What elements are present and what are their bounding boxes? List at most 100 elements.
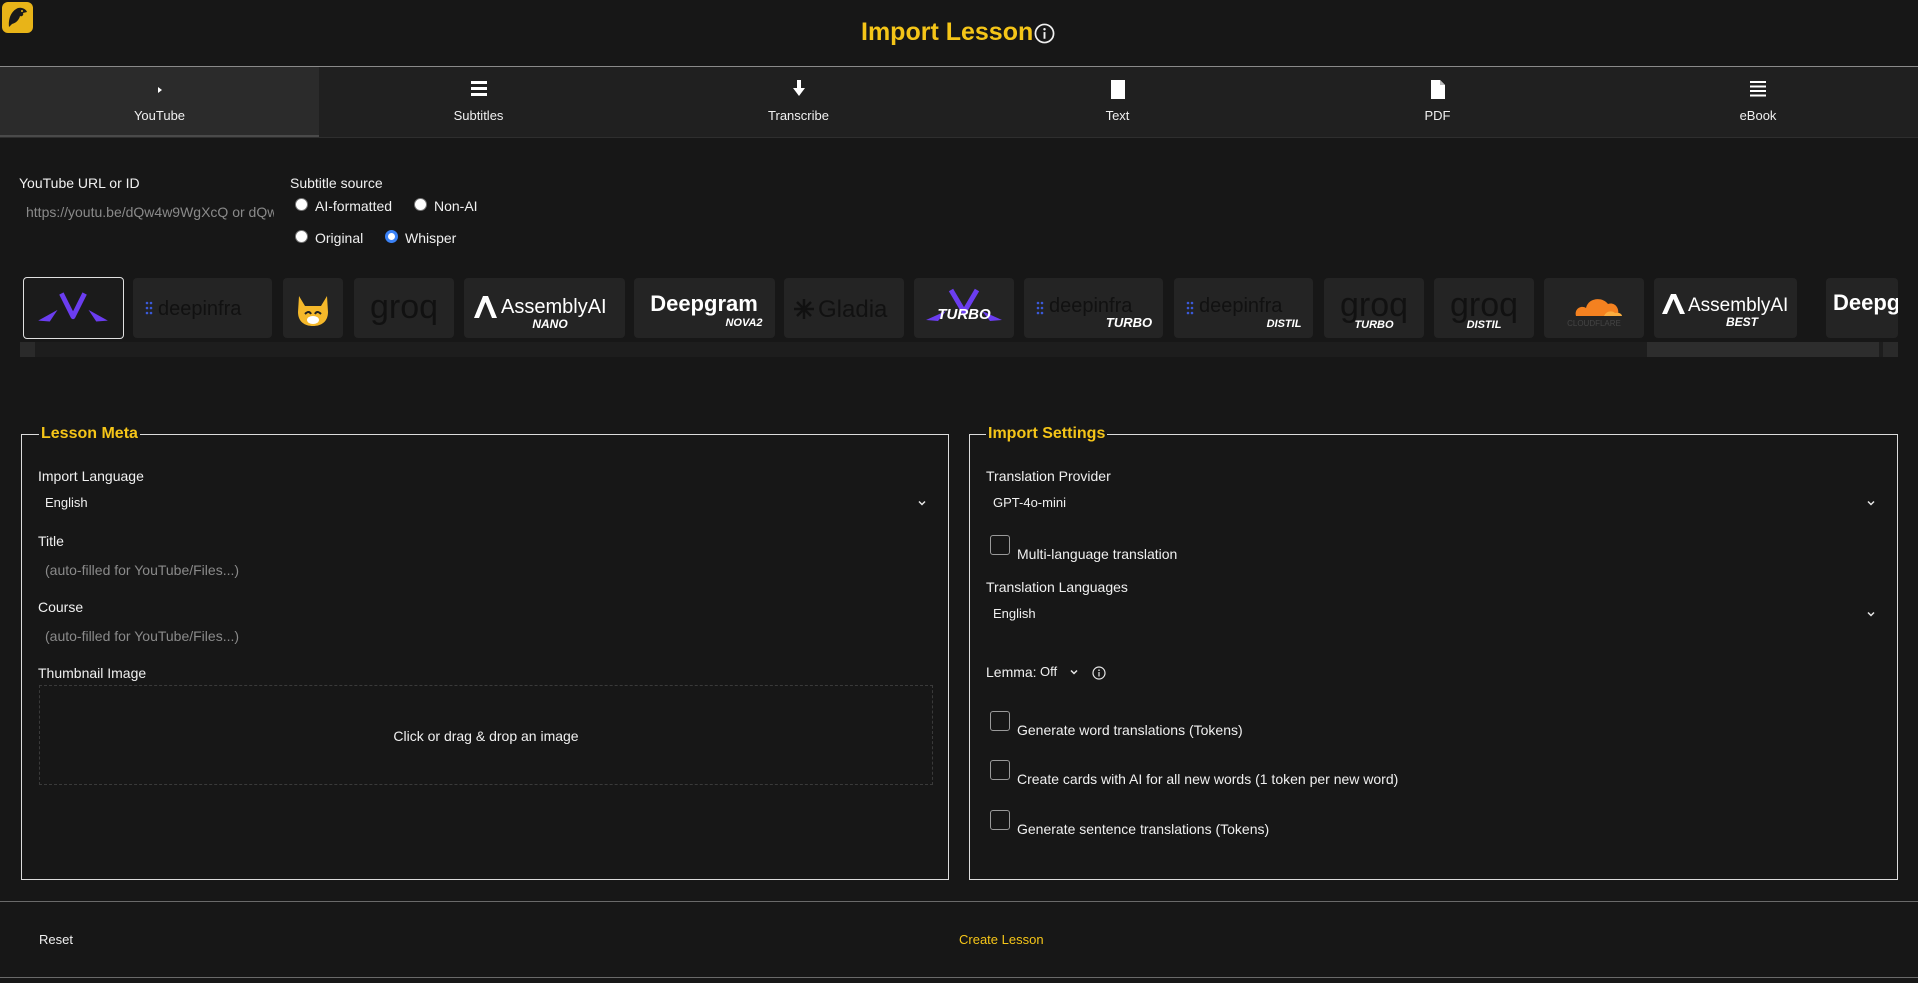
word-translations-label: Generate word translations (Tokens) — [1017, 722, 1243, 738]
scroll-thumb[interactable] — [1647, 342, 1879, 357]
lesson-meta-panel: Lesson Meta Import Language English Titl… — [21, 425, 949, 880]
chevron-down-icon — [1070, 669, 1078, 675]
tab-label: Transcribe — [768, 108, 829, 123]
provider-tag: BEST — [1726, 315, 1760, 329]
tab-transcribe[interactable]: Transcribe — [639, 67, 958, 137]
youtube-url-input[interactable] — [19, 198, 281, 226]
assemblyai-nano-logo: AssemblyAI NANO — [474, 296, 607, 331]
course-input[interactable]: (auto-filled for YouTube/Files...) — [45, 628, 239, 644]
chevron-down-icon — [1867, 500, 1875, 506]
reset-button[interactable]: Reset — [39, 932, 73, 947]
provider-tag: TURBO — [937, 306, 991, 323]
translation-languages-select[interactable]: English — [985, 602, 1882, 626]
provider-wordmark: deepinfra — [1049, 295, 1133, 317]
play-icon — [157, 87, 162, 93]
provider-tag: DISTIL — [1267, 318, 1302, 330]
translation-provider-select[interactable]: GPT-4o-mini — [985, 491, 1882, 515]
provider-deepgram-nova2[interactable]: Deepgram NOVA2 — [634, 278, 775, 338]
provider-wordmark: Deepg — [1833, 290, 1898, 315]
lemma-select[interactable]: Off — [1034, 660, 1079, 684]
provider-deepinfra-turbo[interactable]: deepinfra TURBO — [1024, 278, 1163, 338]
turbo-logo: TURBO — [926, 288, 1002, 323]
tab-text[interactable]: Text — [958, 67, 1277, 137]
provider-tag: TURBO — [1354, 319, 1394, 331]
assemblyai-best-logo: AssemblyAI BEST — [1662, 294, 1788, 329]
gladia-logo: Gladia — [794, 296, 888, 323]
radio-non-ai[interactable] — [414, 198, 427, 211]
provider-gladia[interactable]: Gladia — [784, 278, 904, 338]
lesson-meta-legend: Lesson Meta — [39, 425, 140, 443]
radio-label: Whisper — [405, 230, 457, 246]
provider-wordmark: Deepgram — [650, 291, 758, 316]
provider-deepgram[interactable]: Deepg — [1826, 278, 1898, 338]
provider-groq-turbo[interactable]: groq TURBO — [1324, 278, 1424, 338]
cat-icon — [298, 296, 328, 326]
cloudflare-logo: CLOUDFLARE — [1567, 299, 1622, 328]
provider-scrollbar[interactable] — [20, 342, 1898, 357]
sentence-translations-label: Generate sentence translations (Tokens) — [1017, 821, 1270, 837]
page-icon — [1110, 80, 1125, 99]
radio-label: Original — [315, 230, 364, 246]
radio-ai-formatted[interactable] — [295, 198, 308, 211]
select-value: English — [45, 495, 88, 510]
file-icon — [1430, 80, 1445, 99]
deepinfra-distil-logo: deepinfra DISTIL — [1186, 295, 1302, 330]
speechmatics-icon — [38, 292, 108, 322]
radio-label: Non-AI — [434, 198, 478, 214]
import-language-select[interactable]: English — [37, 491, 933, 515]
sentence-translations-checkbox[interactable] — [990, 810, 1010, 830]
provider-wordmark: AssemblyAI — [501, 296, 607, 318]
provider-tag: TURBO — [1106, 315, 1152, 330]
scroll-right-button[interactable] — [1883, 342, 1898, 357]
provider-strip: deepinfra groq AssemblyAI NANO Deepgram … — [20, 276, 1898, 342]
thumbnail-label: Thumbnail Image — [38, 665, 147, 681]
import-settings-legend: Import Settings — [986, 425, 1108, 443]
multi-language-checkbox[interactable] — [990, 535, 1010, 555]
provider-tag: DISTIL — [1467, 319, 1502, 331]
thumbnail-dropzone[interactable]: Click or drag & drop an image — [39, 685, 933, 785]
provider-deepinfra[interactable]: deepinfra — [133, 278, 272, 338]
tab-ebook[interactable]: eBook — [1598, 67, 1918, 137]
provider-groq-distil[interactable]: groq DISTIL — [1434, 278, 1534, 338]
provider-wordmark: deepinfra — [158, 298, 242, 320]
create-lesson-button[interactable]: Create Lesson — [959, 932, 1044, 947]
lemma-info-icon[interactable] — [1092, 666, 1106, 680]
groq-turbo-logo: groq TURBO — [1340, 286, 1408, 331]
groq-distil-logo: groq DISTIL — [1450, 286, 1518, 331]
import-settings-panel: Import Settings Translation Provider GPT… — [969, 425, 1898, 880]
tab-youtube[interactable]: YouTube — [0, 67, 319, 137]
tab-pdf[interactable]: PDF — [1278, 67, 1597, 137]
select-value: Off — [1040, 664, 1058, 679]
scroll-left-button[interactable] — [20, 342, 35, 357]
select-value: GPT-4o-mini — [993, 495, 1066, 510]
provider-assemblyai-best[interactable]: AssemblyAI BEST — [1654, 278, 1797, 338]
provider-deepinfra-distil[interactable]: deepinfra DISTIL — [1174, 278, 1313, 338]
radio-whisper[interactable] — [385, 230, 398, 243]
word-translations-checkbox[interactable] — [990, 711, 1010, 731]
tab-bar: YouTube Subtitles Transcribe Text PDF eB… — [0, 67, 1918, 138]
radio-original[interactable] — [295, 230, 308, 243]
provider-turbo[interactable]: TURBO — [914, 278, 1014, 338]
tab-label: Subtitles — [453, 108, 504, 123]
url-label: YouTube URL or ID — [19, 175, 140, 191]
provider-tag: NANO — [532, 317, 568, 331]
tab-subtitles[interactable]: Subtitles — [319, 67, 638, 137]
multi-language-label: Multi-language translation — [1017, 546, 1178, 562]
provider-groq[interactable]: groq — [354, 278, 454, 338]
deepgram-logo: Deepgram NOVA2 — [650, 291, 762, 329]
chevron-down-icon — [1867, 611, 1875, 617]
select-value: English — [993, 606, 1036, 621]
list-icon — [470, 81, 487, 96]
provider-cat[interactable] — [283, 278, 343, 338]
create-cards-checkbox[interactable] — [990, 760, 1010, 780]
provider-assemblyai-nano[interactable]: AssemblyAI NANO — [464, 278, 625, 338]
footer-divider — [0, 977, 1918, 978]
title-input[interactable]: (auto-filled for YouTube/Files...) — [45, 562, 239, 578]
info-icon[interactable] — [1034, 23, 1055, 44]
provider-cloudflare[interactable]: CLOUDFLARE — [1544, 278, 1644, 338]
provider-speechmatics[interactable] — [23, 277, 124, 339]
dropzone-text: Click or drag & drop an image — [393, 728, 579, 744]
tab-label: Text — [1105, 108, 1130, 123]
provider-wordmark: Gladia — [818, 296, 888, 323]
provider-tag: NOVA2 — [725, 317, 762, 329]
